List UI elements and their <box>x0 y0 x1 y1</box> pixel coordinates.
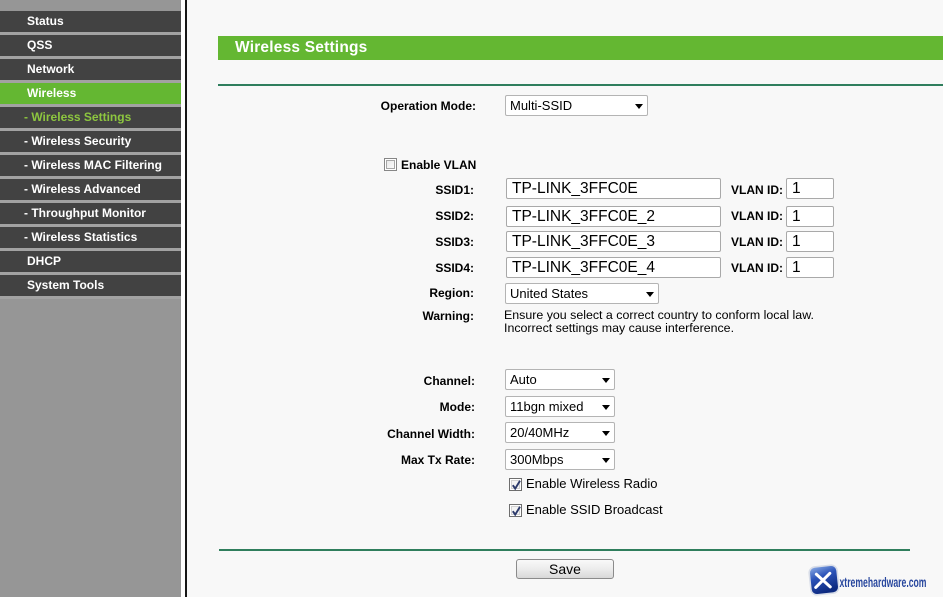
svg-text:xtremehardware.com: xtremehardware.com <box>840 575 927 590</box>
